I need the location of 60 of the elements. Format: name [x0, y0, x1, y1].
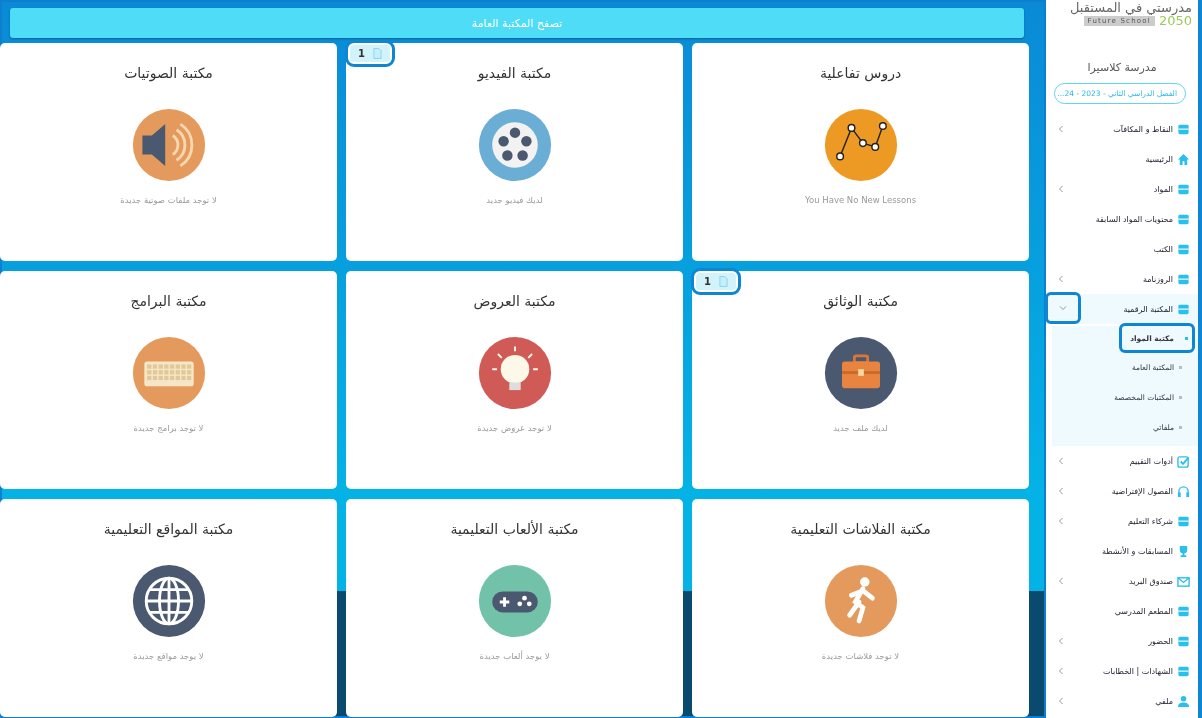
- card-caption: لديك ملف جديد: [833, 423, 888, 433]
- menu-item[interactable]: أدوات التقييم: [1046, 446, 1198, 476]
- menu-label: الفصول الإفتراضية: [1111, 486, 1173, 496]
- library-card[interactable]: مكتبة الفلاشات التعليمية لا توجد فلاشات جديدة: [692, 499, 1029, 717]
- menu-item[interactable]: الحضور: [1046, 626, 1198, 656]
- card-caption: لا يوجد ألعاب جديدة: [479, 651, 550, 661]
- menu-label: المكتبة الرقمية: [1123, 304, 1173, 314]
- school-name: مدرسة كلاسيرا: [1086, 61, 1158, 74]
- menu-label: المطعم المدرسي: [1114, 606, 1173, 616]
- logo-year: 2050: [1158, 15, 1192, 27]
- menu-label: أدوات التقييم: [1129, 456, 1173, 466]
- card-title: مكتبة المواقع التعليمية: [103, 521, 234, 537]
- menu-label: المواد: [1153, 184, 1173, 194]
- menu-label: شركاء التعليم: [1128, 516, 1173, 526]
- menu-item[interactable]: الفصول الإفتراضية: [1046, 476, 1198, 506]
- library-card[interactable]: مكتبة العروض لا توجد عروض جديدة: [346, 271, 683, 489]
- menu-item[interactable]: النقاط و المكافآت: [1046, 114, 1198, 144]
- card-title: مكتبة الصوتيات: [124, 65, 213, 81]
- card-title: مكتبة الفيديو: [477, 65, 552, 81]
- card-caption: لديك فيديو جديد: [486, 195, 543, 205]
- card-title: مكتبة الوثائق: [823, 293, 898, 309]
- menu-item[interactable]: المسابقات و الأنشطة: [1046, 536, 1198, 566]
- menu-item[interactable]: المطعم المدرسي: [1046, 596, 1198, 626]
- card-caption: لا توجد فلاشات جديدة: [821, 651, 900, 661]
- menu-item[interactable]: الروزنامة: [1046, 264, 1198, 294]
- logo-title: مدرستي في المستقبل: [1070, 0, 1192, 15]
- menu-label: الشهادات | الخطابات: [1102, 666, 1173, 676]
- card-caption: لا توجد ملفات صوتية جديدة: [120, 195, 217, 205]
- card-caption: لا يوجد مواقع جديدة: [133, 651, 204, 661]
- menu-label: محتويات المواد السابقة: [1095, 214, 1173, 224]
- menu-item[interactable]: الرئيسية: [1046, 144, 1198, 174]
- card-title: مكتبة البرامج: [130, 293, 207, 309]
- menu-item[interactable]: المكتبة الرقمية: [1046, 294, 1198, 324]
- library-card[interactable]: مكتبة الصوتيات لا توجد ملفات صوتية جديدة: [0, 43, 337, 261]
- card-caption: لا توجد برامج جديدة: [133, 423, 204, 433]
- menu-label: الحضور: [1148, 636, 1173, 646]
- menu-item[interactable]: شركاء التعليم: [1046, 506, 1198, 536]
- menu-item[interactable]: صندوق البريد: [1046, 566, 1198, 596]
- menu-label: ملفي: [1155, 696, 1173, 706]
- menu-label: الكتب: [1153, 244, 1173, 254]
- menu-label: المسابقات و الأنشطة: [1101, 546, 1173, 556]
- card-title: مكتبة الألعاب التعليمية: [450, 521, 579, 537]
- menu-label: صندوق البريد: [1129, 576, 1173, 586]
- card-title: مكتبة الفلاشات التعليمية: [790, 521, 931, 537]
- card-caption: لا توجد عروض جديدة: [477, 423, 552, 433]
- library-card[interactable]: مكتبة المواقع التعليمية لا يوجد مواقع جديدة: [0, 499, 337, 717]
- menu-item[interactable]: ملفي: [1046, 686, 1198, 716]
- card-caption: You Have No New Lessons: [804, 195, 917, 205]
- library-card[interactable]: مكتبة الألعاب التعليمية لا يوجد ألعاب جديدة: [346, 499, 683, 717]
- page-banner: تصفح المكتبة العامة: [10, 8, 1024, 38]
- menu-item[interactable]: المواد: [1046, 174, 1198, 204]
- menu-label: الرئيسية: [1145, 154, 1173, 164]
- library-card[interactable]: مكتبة البرامج لا توجد برامج جديدة: [0, 271, 337, 489]
- menu-item[interactable]: الكتب: [1046, 234, 1198, 264]
- card-title: دروس تفاعلية: [819, 65, 902, 81]
- menu-label: النقاط و المكافآت: [1113, 124, 1173, 134]
- menu-item[interactable]: الشهادات | الخطابات: [1046, 656, 1198, 686]
- card-title: مكتبة العروض: [473, 293, 556, 309]
- menu-label: الروزنامة: [1142, 274, 1173, 284]
- menu-item[interactable]: محتويات المواد السابقة: [1046, 204, 1198, 234]
